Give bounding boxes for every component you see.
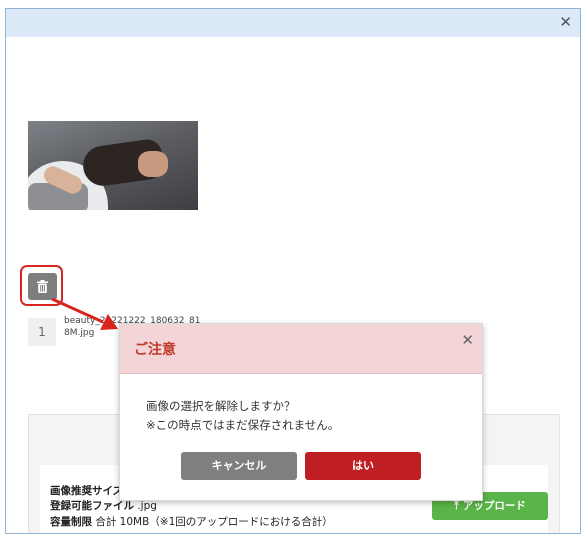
dialog-message-line1: 画像の選択を解除しますか？ (146, 399, 296, 413)
dialog-header: ご注意 ✕ (120, 324, 482, 374)
dialog-message: 画像の選択を解除しますか？ ※この時点ではまだ保存されません。 (146, 397, 339, 435)
yes-button[interactable]: はい (305, 452, 421, 480)
confirm-dialog: ご注意 ✕ 画像の選択を解除しますか？ ※この時点ではまだ保存されません。 キャ… (119, 323, 483, 501)
dialog-title: ご注意 (134, 342, 176, 358)
dialog-message-line2: ※この時点ではまだ保存されません。 (146, 418, 340, 432)
dialog-close-icon[interactable]: ✕ (461, 331, 474, 349)
cancel-button[interactable]: キャンセル (181, 452, 297, 480)
